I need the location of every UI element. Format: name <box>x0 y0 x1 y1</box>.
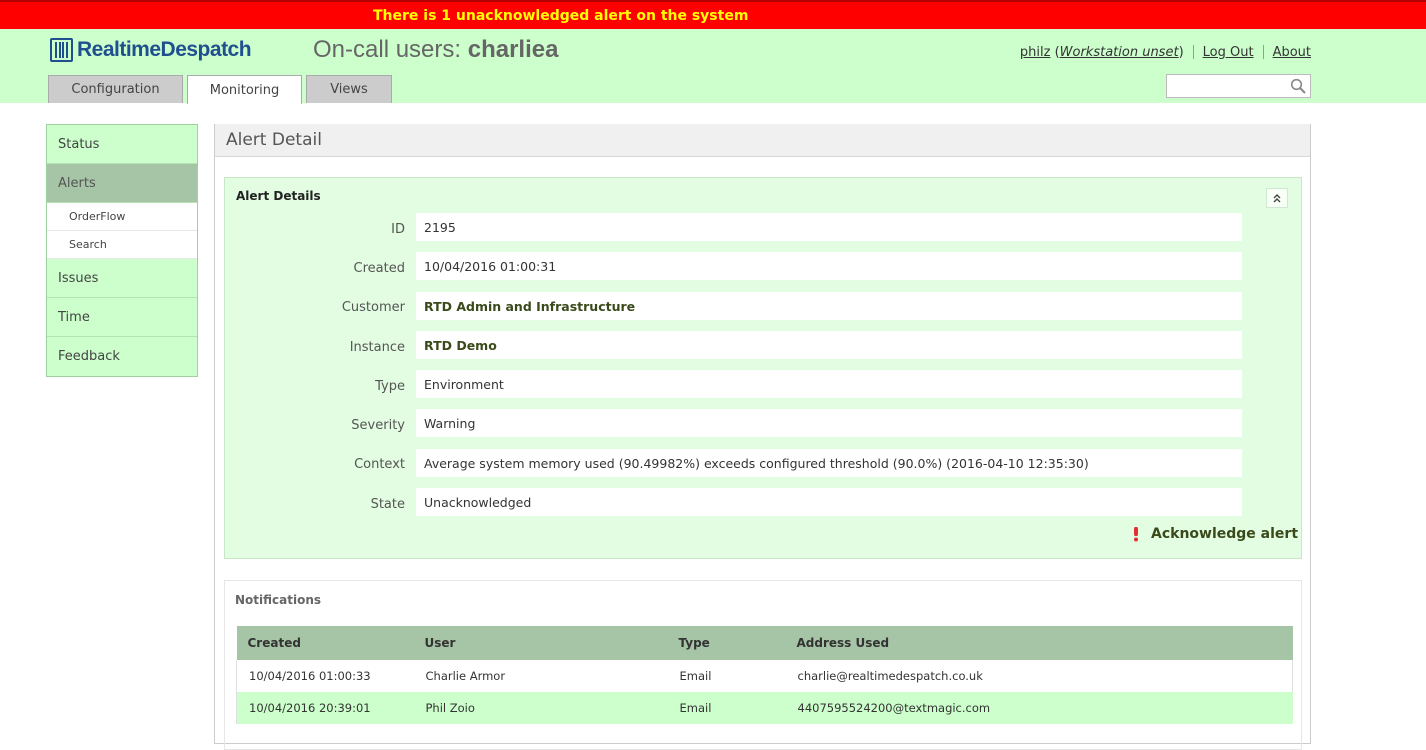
field-label-created: Created <box>353 261 405 276</box>
sidebar-item-issues[interactable]: Issues <box>47 259 197 298</box>
sidebar-item-feedback[interactable]: Feedback <box>47 337 197 376</box>
field-label-customer: Customer <box>341 300 405 315</box>
cell-address: 4407595524200@textmagic.com <box>785 692 1293 724</box>
cell-type: Email <box>679 669 712 683</box>
logo[interactable]: RealtimeDespatch <box>50 36 252 64</box>
table-row[interactable]: 10/04/2016 01:00:33 Charlie Armor Email … <box>236 660 1293 692</box>
tab-configuration[interactable]: Configuration <box>48 75 183 103</box>
field-label-id: ID <box>391 222 405 237</box>
field-value-severity: Warning <box>416 409 1242 437</box>
user-link[interactable]: philz <box>1020 45 1051 60</box>
sidebar: Status Alerts OrderFlow Search Issues Ti… <box>46 124 198 377</box>
cell-created: 10/04/2016 20:39:01 <box>236 692 414 724</box>
page-title-prefix: On-call users: <box>313 36 468 63</box>
header: RealtimeDespatch On-call users: charliea… <box>0 29 1426 104</box>
field-value-created: 10/04/2016 01:00:31 <box>416 252 1242 280</box>
sidebar-subitem-search[interactable]: Search <box>47 231 197 259</box>
cell-user: Phil Zoio <box>413 692 668 724</box>
column-header-address[interactable]: Address Used <box>785 626 1293 660</box>
chevron-double-up-icon <box>1273 194 1281 203</box>
table-header-row: Created User Type Address Used <box>236 626 1293 660</box>
field-value-context: Average system memory used (90.49982%) e… <box>416 449 1242 477</box>
search-icon[interactable] <box>1290 78 1306 94</box>
notifications-table: Created User Type Address Used 10/04/201… <box>236 626 1293 724</box>
alert-banner-text[interactable]: There is 1 unacknowledged alert on the s… <box>373 8 748 24</box>
alert-banner[interactable]: There is 1 unacknowledged alert on the s… <box>0 0 1426 29</box>
field-label-context: Context <box>354 457 405 472</box>
table-row[interactable]: 10/04/2016 20:39:01 Phil Zoio Email 4407… <box>236 692 1293 724</box>
search-box <box>1166 74 1311 98</box>
page-title-user: charliea <box>467 36 559 63</box>
sidebar-subitem-orderflow[interactable]: OrderFlow <box>47 203 197 231</box>
column-header-type[interactable]: Type <box>667 626 786 660</box>
exclamation-icon <box>1134 527 1138 542</box>
tab-monitoring[interactable]: Monitoring <box>187 75 302 104</box>
acknowledge-alert-button[interactable]: Acknowledge alert <box>1131 526 1298 542</box>
field-value-type: Environment <box>416 370 1242 398</box>
field-value-id: 2195 <box>416 213 1242 241</box>
main-content: Alert Detail Alert Details ID 2195 Creat… <box>214 124 1311 750</box>
tab-views[interactable]: Views <box>306 75 392 103</box>
logout-link[interactable]: Log Out <box>1203 45 1254 60</box>
cell-created: 10/04/2016 01:00:33 <box>236 660 414 692</box>
column-header-created[interactable]: Created <box>236 626 414 660</box>
user-links: philz (Workstation unset) Log Out About <box>1020 45 1311 60</box>
cell-user: Charlie Armor <box>425 669 506 683</box>
field-label-severity: Severity <box>351 418 405 433</box>
collapse-button[interactable] <box>1266 188 1288 208</box>
field-value-state: Unacknowledged <box>416 488 1242 516</box>
cell-type: Email <box>667 692 786 724</box>
column-header-user[interactable]: User <box>413 626 668 660</box>
acknowledge-alert-label[interactable]: Acknowledge alert <box>1151 526 1298 542</box>
barcode-icon <box>50 38 73 62</box>
sidebar-item-alerts[interactable]: Alerts <box>47 164 197 203</box>
cell-address: charlie@realtimedespatch.co.uk <box>785 660 1293 692</box>
content-title: Alert Detail <box>215 124 1310 157</box>
brand-name: RealtimeDespatch <box>77 38 252 61</box>
field-label-type: Type <box>375 379 405 394</box>
divider <box>1192 45 1194 59</box>
notifications-panel: Notifications Created User Type Address … <box>224 580 1302 750</box>
field-label-state: State <box>370 497 405 512</box>
alert-details-panel: Alert Details ID 2195 Created 10/04/2016… <box>224 177 1302 559</box>
notifications-title: Notifications <box>235 593 322 607</box>
search-input[interactable] <box>1169 77 1287 95</box>
field-value-customer[interactable]: RTD Admin and Infrastructure <box>416 292 1242 320</box>
field-label-instance: Instance <box>349 340 405 355</box>
sidebar-item-status[interactable]: Status <box>47 125 197 164</box>
divider <box>1262 45 1264 59</box>
workstation-link[interactable]: Workstation unset <box>1060 45 1179 60</box>
field-value-instance[interactable]: RTD Demo <box>416 331 1242 359</box>
about-link[interactable]: About <box>1273 45 1311 60</box>
page-title: On-call users: charliea <box>313 36 558 64</box>
sidebar-item-time[interactable]: Time <box>47 298 197 337</box>
user-info: philz (Workstation unset) <box>1019 45 1184 60</box>
alert-details-title: Alert Details <box>236 189 321 203</box>
